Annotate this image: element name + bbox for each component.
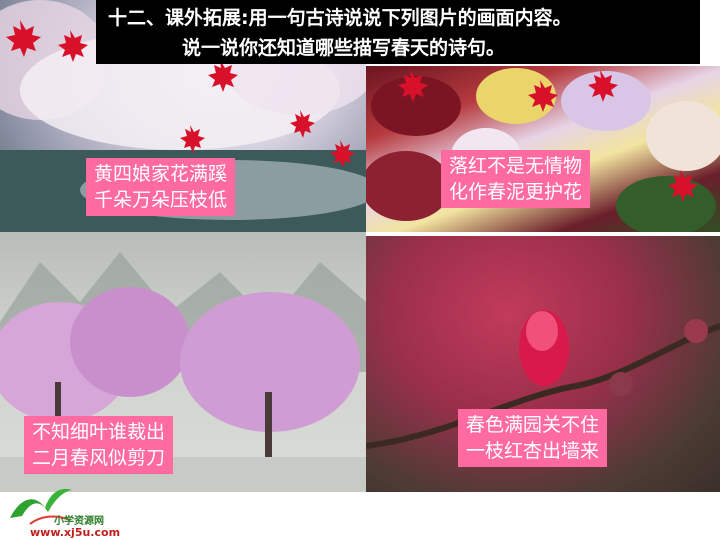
- page-subtitle: 说一说你还知道哪些描写春天的诗句。: [182, 37, 506, 59]
- maple-leaf-icon: [58, 30, 88, 62]
- maple-leaf-icon: [6, 20, 41, 57]
- maple-leaf-icon: [668, 170, 698, 202]
- caption-line: 不知细叶谁裁出: [32, 421, 166, 443]
- maple-leaf-icon: [180, 125, 205, 153]
- caption-top-right: 落红不是无情物 化作春泥更护花: [441, 150, 591, 208]
- caption-top-left: 黄四娘家花满蹊 千朵万朵压枝低: [86, 158, 236, 216]
- maple-leaf-icon: [208, 60, 238, 92]
- logo-url[interactable]: www.xj5u.com: [30, 526, 120, 539]
- caption-bottom-left: 不知细叶谁裁出 二月春风似剪刀: [24, 416, 174, 474]
- maple-leaf-icon: [398, 70, 428, 102]
- caption-line: 千朵万朵压枝低: [94, 189, 228, 211]
- caption-line: 一枝红杏出墙来: [466, 440, 600, 462]
- page-title: 十二、课外拓展:用一句古诗说说下列图片的画面内容。: [108, 7, 572, 29]
- maple-leaf-icon: [588, 70, 618, 102]
- maple-leaf-icon: [528, 80, 558, 112]
- caption-line: 二月春风似剪刀: [32, 447, 166, 469]
- caption-bottom-right: 春色满园关不住 一枝红杏出墙来: [458, 409, 608, 467]
- logo-text: 小学资源网: [54, 516, 104, 527]
- maple-leaf-icon: [290, 110, 315, 138]
- caption-line: 化作春泥更护花: [449, 181, 583, 203]
- caption-line: 春色满园关不住: [466, 414, 600, 436]
- maple-leaf-icon: [330, 140, 355, 168]
- caption-line: 落红不是无情物: [449, 155, 583, 177]
- caption-line: 黄四娘家花满蹊: [94, 163, 228, 185]
- title-box: 十二、课外拓展:用一句古诗说说下列图片的画面内容。 说一说你还知道哪些描写春天的…: [96, 0, 700, 64]
